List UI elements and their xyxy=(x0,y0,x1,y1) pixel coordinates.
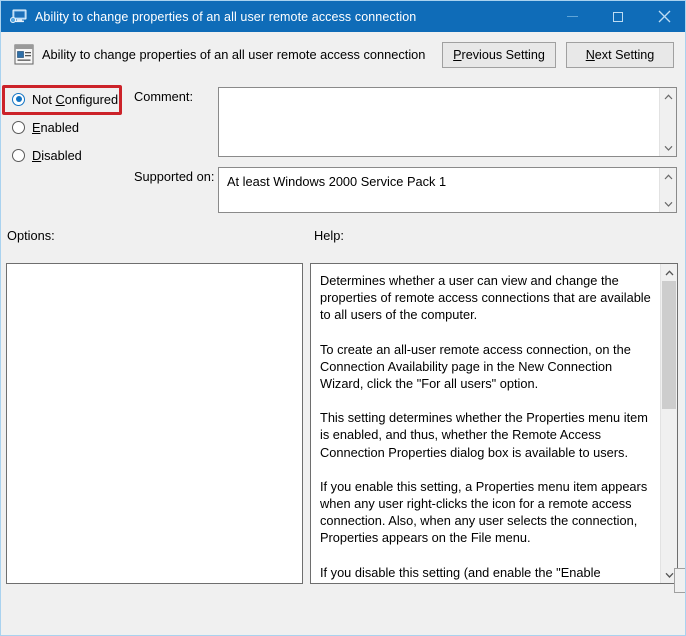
supported-on-scrollbar[interactable] xyxy=(659,168,676,212)
policy-state-group: Not Configured Enabled Disabled xyxy=(1,85,131,169)
radio-disabled-mark xyxy=(12,148,25,162)
previous-setting-button[interactable]: Previous Setting xyxy=(442,42,556,68)
next-setting-rest: ext Setting xyxy=(594,48,655,62)
help-text: Determines whether a user can view and c… xyxy=(311,264,660,583)
window-controls xyxy=(549,1,685,32)
previous-setting-accel: P xyxy=(453,48,462,62)
help-paragraph: To create an all-user remote access conn… xyxy=(320,341,631,392)
comment-scrollbar[interactable] xyxy=(659,88,676,156)
comment-scroll-up-icon[interactable] xyxy=(660,88,677,105)
help-scroll-track[interactable] xyxy=(661,281,678,566)
minimize-button[interactable] xyxy=(549,1,595,32)
comment-label: Comment: xyxy=(134,89,194,104)
supported-on-value: At least Windows 2000 Service Pack 1 xyxy=(227,174,447,189)
supported-scroll-down-icon[interactable] xyxy=(660,195,677,212)
comment-scroll-down-icon[interactable] xyxy=(660,139,677,156)
setting-navigation: Previous Setting Next Setting xyxy=(442,42,674,68)
title-bar: Ability to change properties of an all u… xyxy=(1,1,685,32)
next-setting-button[interactable]: Next Setting xyxy=(566,42,674,68)
comment-field[interactable] xyxy=(218,87,677,157)
help-paragraph: If you disable this setting (and enable … xyxy=(320,564,646,583)
policy-setting-icon xyxy=(14,44,34,65)
radio-not-configured-mark xyxy=(12,92,25,106)
radio-enabled-mark xyxy=(12,120,25,134)
remote-connection-icon xyxy=(10,9,27,24)
radio-disabled-label: Disabled xyxy=(32,147,82,163)
help-scrollbar[interactable] xyxy=(660,264,677,583)
help-paragraph: Determines whether a user can view and c… xyxy=(320,273,651,323)
comment-input[interactable] xyxy=(219,88,659,156)
supported-scroll-track[interactable] xyxy=(660,185,677,195)
comment-scroll-track[interactable] xyxy=(660,105,677,139)
setting-header: Ability to change properties of an all u… xyxy=(1,32,685,80)
radio-enabled-label: Enabled xyxy=(32,119,79,135)
apply-button[interactable]: Apply xyxy=(674,568,685,593)
group-policy-setting-dialog: Ability to change properties of an all u… xyxy=(0,0,686,636)
dialog-footer: OK Cancel Apply xyxy=(1,568,685,635)
radio-enabled[interactable]: Enabled xyxy=(1,113,131,141)
supported-scroll-up-icon[interactable] xyxy=(660,168,677,185)
window-title: Ability to change properties of an all u… xyxy=(35,9,417,24)
supported-on-field[interactable]: At least Windows 2000 Service Pack 1 xyxy=(218,167,677,213)
help-paragraph: If you enable this setting, a Properties… xyxy=(320,478,648,546)
options-panel[interactable] xyxy=(6,263,303,584)
help-scroll-up-icon[interactable] xyxy=(661,264,678,281)
setting-title: Ability to change properties of an all u… xyxy=(42,47,426,62)
supported-on-label: Supported on: xyxy=(134,169,215,184)
radio-not-configured-label: Not Configured xyxy=(32,91,119,107)
close-icon[interactable] xyxy=(641,1,685,32)
help-scroll-thumb[interactable] xyxy=(661,281,676,409)
options-label: Options: xyxy=(7,228,55,243)
radio-disabled[interactable]: Disabled xyxy=(1,141,131,169)
radio-not-configured[interactable]: Not Configured xyxy=(1,85,131,113)
maximize-button[interactable] xyxy=(595,1,641,32)
next-setting-accel: N xyxy=(585,48,595,62)
help-label: Help: xyxy=(314,228,344,243)
help-paragraph: This setting determines whether the Prop… xyxy=(320,410,648,460)
help-panel: Determines whether a user can view and c… xyxy=(310,263,678,584)
previous-setting-rest: revious Setting xyxy=(461,48,545,62)
